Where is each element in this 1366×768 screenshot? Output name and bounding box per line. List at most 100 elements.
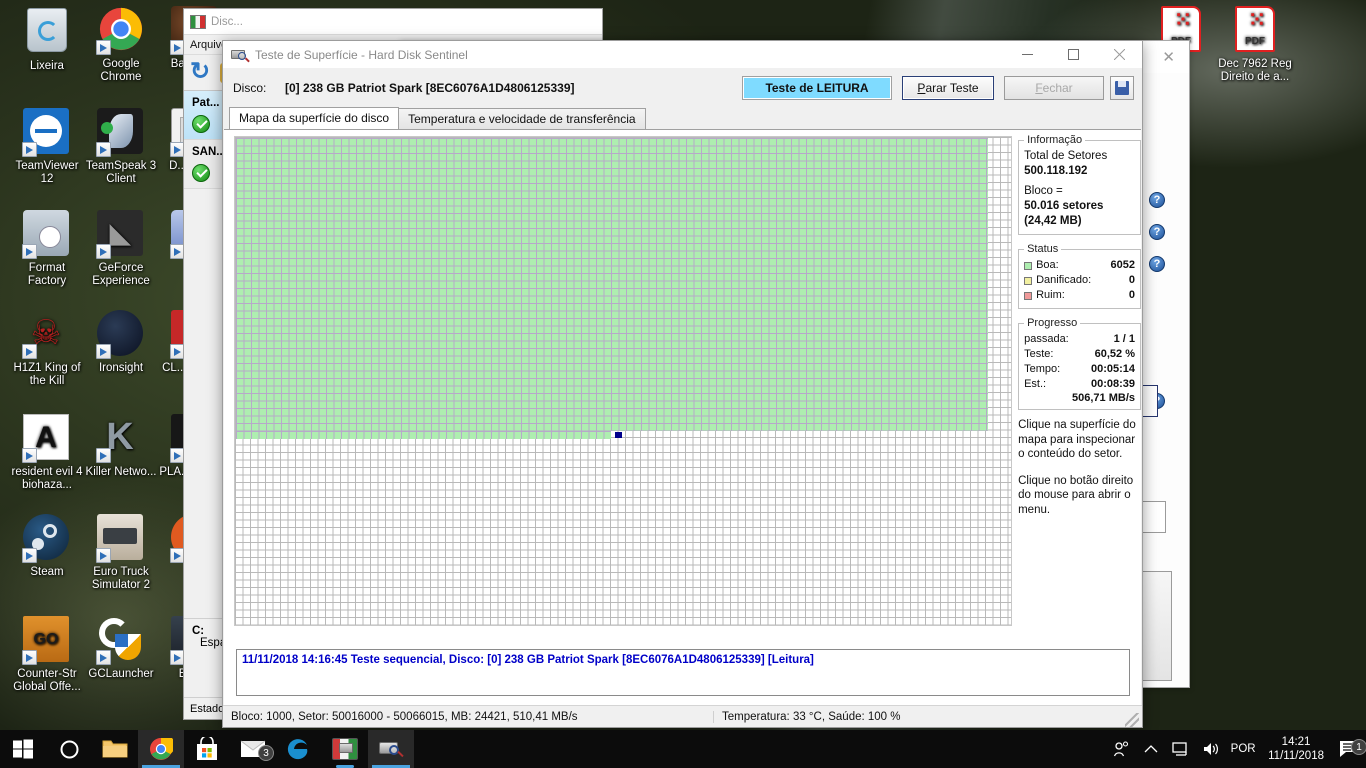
- minimize-button[interactable]: [1004, 41, 1050, 69]
- surface-map-good-blocks: [236, 138, 988, 431]
- shortcut-arrow-icon: [96, 344, 111, 359]
- notification-center-button[interactable]: 1: [1332, 739, 1366, 758]
- surface-test-taskbar-button[interactable]: [368, 730, 414, 768]
- chrome-taskbar-button[interactable]: [138, 730, 184, 768]
- stop-test-label-rest: arar Teste: [925, 81, 979, 95]
- surface-test-dialog[interactable]: Teste de Superfície - Hard Disk Sentinel…: [222, 40, 1143, 728]
- desktop-icon-teamspeak-3-client[interactable]: TeamSpeak 3 Client: [84, 108, 158, 186]
- progress-value-est: 00:08:39: [1090, 378, 1135, 390]
- hdsentinel-icon: [332, 738, 358, 760]
- start-button[interactable]: [0, 730, 46, 768]
- desktop-icon-label: H1Z1 King of the Kill: [13, 362, 81, 387]
- stop-test-button[interactable]: Parar Teste: [902, 76, 994, 100]
- refresh-icon[interactable]: [190, 57, 212, 86]
- statusbar-temp-health: Temperatura: 33 °C, Saúde: 100 %: [713, 710, 1125, 723]
- disk-row: Disco: [0] 238 GB Patriot Spark [8EC6076…: [223, 69, 1142, 107]
- close-icon[interactable]: ✕: [1162, 48, 1181, 66]
- resize-grip[interactable]: [1125, 713, 1139, 727]
- close-dialog-button[interactable]: Fechar: [1004, 76, 1104, 100]
- desktop-icon-steam[interactable]: Steam: [10, 514, 84, 579]
- desktop-icon-lixeira[interactable]: Lixeira: [10, 6, 84, 73]
- log-entry: 11/11/2018 14:16:45 Teste sequencial, Di…: [242, 654, 814, 666]
- chevron-up-icon[interactable]: [1136, 730, 1166, 768]
- shortcut-arrow-icon: [96, 548, 111, 563]
- store-icon: [197, 737, 217, 760]
- volume-icon[interactable]: [1196, 730, 1226, 768]
- help-icon[interactable]: ?: [1149, 224, 1165, 240]
- progress-row-pass: passada: 1 / 1: [1024, 332, 1135, 347]
- shortcut-arrow-icon: [22, 650, 37, 665]
- file-explorer-button[interactable]: [92, 730, 138, 768]
- save-icon[interactable]: [1110, 76, 1134, 100]
- status-legend: Status: [1027, 243, 1059, 255]
- surface-test-icon: [378, 738, 404, 760]
- clock[interactable]: 14:21 11/11/2018: [1260, 735, 1332, 763]
- health-ok-icon: [192, 115, 210, 133]
- tab-temperature-transfer[interactable]: Temperatura e velocidade de transferênci…: [398, 108, 646, 129]
- desktop-icon-h1z1-king-of-the-kill[interactable]: ☠ H1Z1 King of the Kill: [10, 310, 84, 388]
- tab-strip[interactable]: Mapa da superfície do disco Temperatura …: [223, 107, 1142, 129]
- log-box[interactable]: 11/11/2018 14:16:45 Teste sequencial, Di…: [236, 649, 1130, 696]
- edge-button[interactable]: [276, 730, 322, 768]
- shortcut-arrow-icon: [96, 40, 111, 55]
- desktop-icon-google-chrome[interactable]: Google Chrome: [84, 6, 158, 84]
- steam-icon: [22, 514, 71, 563]
- clock-date: 11/11/2018: [1268, 750, 1324, 762]
- hdsentinel-taskbar-button[interactable]: [322, 730, 368, 768]
- status-label-bad: Ruim:: [1036, 289, 1065, 301]
- desktop-icon-format-factory[interactable]: Format Factory: [10, 210, 84, 288]
- desktop-icon-label: Format Factory: [27, 262, 67, 287]
- language-indicator[interactable]: POR: [1226, 730, 1260, 768]
- cortana-button[interactable]: [46, 730, 92, 768]
- geforce-icon: ◣: [96, 210, 145, 259]
- desktop-icon-euro-truck-simulator-2[interactable]: Euro Truck Simulator 2: [84, 514, 158, 592]
- gclauncher-icon: [96, 616, 145, 665]
- network-icon[interactable]: [1166, 730, 1196, 768]
- read-test-button[interactable]: Teste de LEITURA: [742, 76, 892, 100]
- help-icon[interactable]: ?: [1149, 192, 1165, 208]
- progress-label-pass: passada:: [1024, 333, 1069, 345]
- chrome-icon: [150, 738, 173, 760]
- info-column: Informação Total de Setores 500.118.192 …: [1018, 134, 1141, 705]
- desktop-icon-counter-str-global-offe[interactable]: GO Counter-Str Global Offe...: [10, 616, 84, 694]
- microsoft-store-button[interactable]: [184, 730, 230, 768]
- surface-map[interactable]: [234, 136, 1013, 626]
- notification-badge: 1: [1351, 739, 1366, 755]
- desktop-icon-killer-netwo[interactable]: K Killer Netwo...: [84, 414, 158, 479]
- desktop-icon-dec-7962-reg-direito-de-a[interactable]: ⁙ PDF Dec 7962 Reg Direito de a...: [1218, 6, 1292, 84]
- desktop-icon-resident-evil-4-biohaza[interactable]: Aresident evil 4 biohaza...: [10, 414, 84, 492]
- recycle-bin-icon: [23, 8, 71, 56]
- close-accel: F: [1035, 81, 1043, 95]
- mail-button[interactable]: 3: [230, 730, 276, 768]
- desktop-icon-label: Euro Truck Simulator 2: [91, 566, 151, 591]
- ironsight-icon: [96, 310, 145, 359]
- status-value-bad: 0: [1128, 289, 1135, 301]
- teamspeak-icon: [96, 108, 145, 157]
- desktop-icon-label: resident evil 4 biohaza...: [11, 466, 83, 491]
- people-icon[interactable]: [1106, 730, 1136, 768]
- help-icon[interactable]: ?: [1149, 256, 1165, 272]
- desktop-icon-ironsight[interactable]: Ironsight: [84, 310, 158, 375]
- desktop-icon-teamviewer-12[interactable]: TeamViewer 12: [10, 108, 84, 186]
- swatch-damaged-icon: [1024, 276, 1033, 285]
- desktop-icon-label: Counter-Str Global Offe...: [13, 668, 81, 693]
- dialog-titlebar[interactable]: Teste de Superfície - Hard Disk Sentinel: [223, 41, 1142, 69]
- taskbar[interactable]: 3 POR 14:21 11/11/2018 1: [0, 730, 1366, 768]
- block-size: (24,42 MB): [1024, 215, 1082, 227]
- folder-icon: [102, 740, 128, 758]
- desktop-icon-label: TeamSpeak 3 Client: [85, 160, 157, 185]
- desktop-icon-label: TeamViewer 12: [15, 160, 79, 185]
- dialog-statusbar: Bloco: 1000, Setor: 50016000 - 50066015,…: [223, 705, 1142, 727]
- status-group: Status Boa: 6052 Danificado: 0 Ruim: 0: [1018, 243, 1141, 309]
- progress-value-time: 00:05:14: [1090, 363, 1135, 375]
- desktop-icon-gclauncher[interactable]: GCLauncher: [84, 616, 158, 681]
- progress-row-time: Tempo: 00:05:14: [1024, 362, 1135, 377]
- desktop-icon-geforce-experience[interactable]: ◣ GeForce Experience: [84, 210, 158, 288]
- surface-map-good-blocks-partial-row: [236, 431, 611, 439]
- teamviewer-icon: [22, 108, 71, 157]
- maximize-button[interactable]: [1050, 41, 1096, 69]
- tab-surface-map[interactable]: Mapa da superfície do disco: [229, 107, 400, 129]
- system-tray[interactable]: POR 14:21 11/11/2018 1: [1106, 730, 1366, 768]
- progress-label-est: Est.:: [1024, 378, 1047, 390]
- close-button[interactable]: [1096, 41, 1142, 69]
